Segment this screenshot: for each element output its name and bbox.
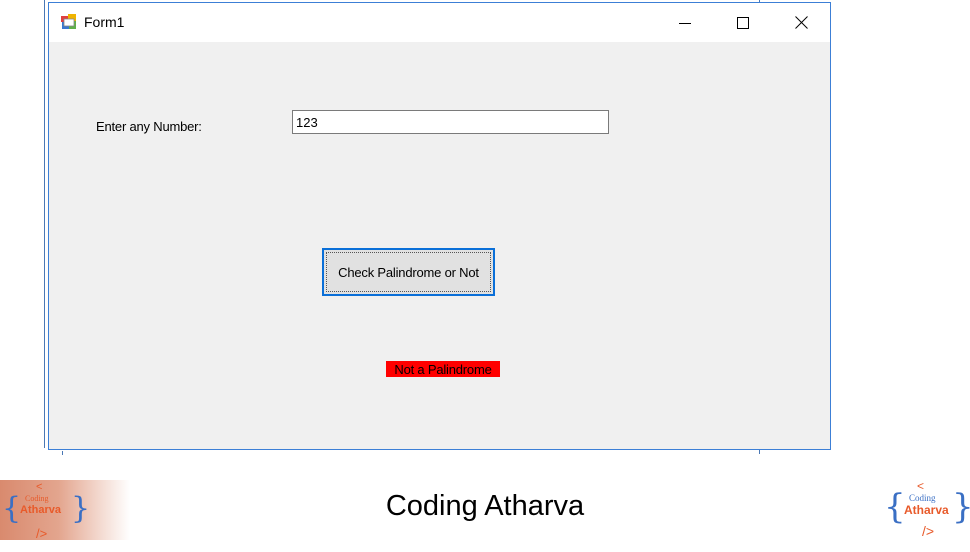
number-label: Enter any Number: (96, 119, 202, 134)
svg-text:}: } (952, 487, 970, 527)
logo-right-lt: < (917, 479, 924, 493)
number-input[interactable] (292, 110, 609, 134)
form-window: Form1 Enter any Number: Check Palindrome… (48, 2, 831, 450)
result-label: Not a Palindrome (386, 361, 500, 377)
coding-atharva-logo-right: { } < Coding Atharva /> (884, 479, 970, 539)
minimize-icon (679, 22, 691, 24)
window-title: Form1 (84, 14, 125, 30)
form-client-area: Enter any Number: Check Palindrome or No… (49, 42, 830, 449)
slide-line-bottom (62, 451, 63, 455)
logo-right-atharva: Atharva (904, 503, 949, 517)
minimize-button[interactable] (656, 3, 714, 42)
slide-line-left (44, 0, 45, 448)
check-palindrome-button[interactable]: Check Palindrome or Not (322, 248, 495, 296)
check-palindrome-button-label: Check Palindrome or Not (338, 264, 479, 280)
maximize-button[interactable] (714, 3, 772, 42)
logo-right-coding: Coding (909, 493, 936, 503)
logo-right-gt: /> (922, 523, 934, 539)
title-bar[interactable]: Form1 (49, 3, 830, 42)
maximize-icon (737, 16, 749, 29)
app-icon (61, 14, 76, 29)
close-button[interactable] (772, 3, 830, 42)
logo-left-gt: /> (36, 526, 47, 540)
svg-text:{: { (884, 487, 906, 527)
slide-line-right-bottom (759, 450, 760, 454)
footer-title: Coding Atharva (385, 490, 585, 522)
close-icon (794, 16, 808, 29)
logo-right: { } < Coding Atharva /> (884, 478, 970, 542)
